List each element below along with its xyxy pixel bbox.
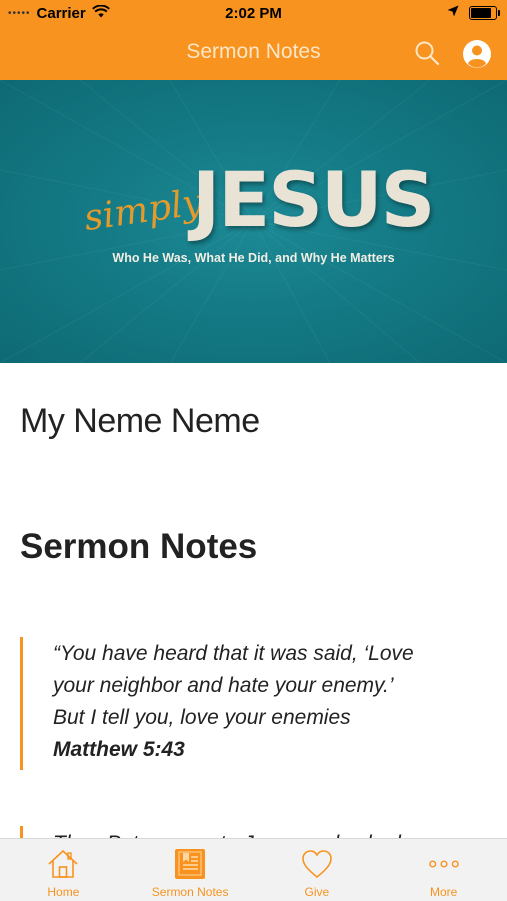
heart-icon [301,848,333,880]
quote-line: “You have heard that it was said, ‘Love [53,642,414,665]
battery-icon [469,5,500,20]
tab-sermon-notes[interactable]: Sermon Notes [127,839,254,901]
status-bar: ••••• Carrier 2:02 PM [0,0,507,26]
section-heading: Sermon Notes [20,527,258,566]
hero-subtitle: Who He Was, What He Did, and Why He Matt… [112,251,395,265]
status-time: 2:02 PM [225,5,282,22]
home-icon [47,848,79,880]
quote-text: “You have heard that it was said, ‘Love … [53,637,490,766]
notes-icon [174,848,206,880]
profile-icon[interactable] [462,39,492,69]
quote-line: your neighbor and hate your enemy.’ [53,674,394,697]
tab-label: More [429,885,458,899]
hero-banner: simply JESUS Who He Was, What He Did, an… [0,80,507,363]
tab-label: Give [304,885,330,899]
hero-title: JESUS [192,155,435,244]
battery-fill [471,7,491,18]
tab-bar: Home Sermon Notes Give More [0,838,507,901]
tab-home[interactable]: Home [0,839,127,901]
tab-label: Sermon Notes [151,885,229,899]
quote-reference: Matthew 5:43 [53,738,185,761]
tab-more[interactable]: More [380,839,507,901]
tab-label: Home [47,885,80,899]
more-icon [428,848,460,880]
location-arrow-icon [447,4,459,21]
quote-line: But I tell you, love your enemies [53,706,351,729]
search-icon[interactable] [414,40,440,66]
tab-give[interactable]: Give [254,839,381,901]
nav-bar: Sermon Notes [0,26,507,80]
scripture-quote: “You have heard that it was said, ‘Love … [20,637,490,770]
sermon-title: My Neme Neme [20,402,260,440]
